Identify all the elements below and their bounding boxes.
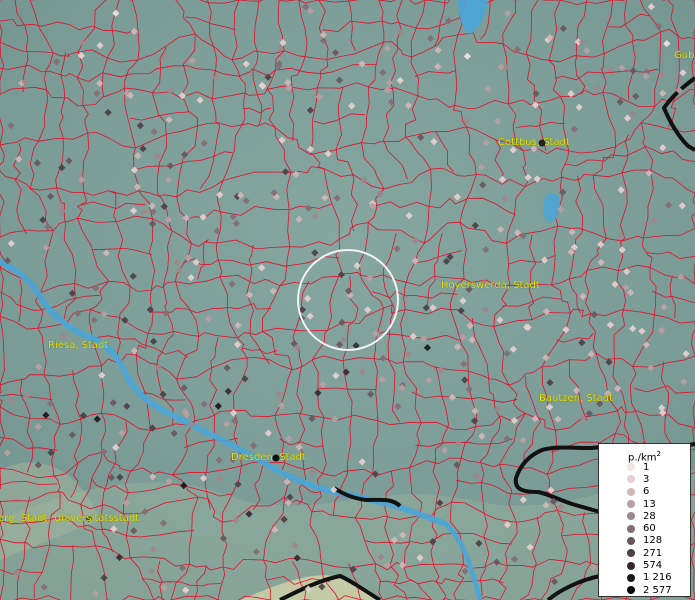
legend-label: 13 xyxy=(643,498,656,510)
legend-swatch xyxy=(627,573,635,582)
legend-item: 271 xyxy=(603,547,686,559)
city-label-cottbus: Cottbus, Stadt xyxy=(498,137,570,148)
legend-item: 13 xyxy=(603,498,686,510)
city-marker-cottbus xyxy=(538,139,546,147)
city-marker-dresden xyxy=(272,454,280,462)
legend-swatch xyxy=(627,561,635,570)
legend-label: 574 xyxy=(643,560,663,572)
legend-item: 28 xyxy=(603,510,686,522)
legend-label: 271 xyxy=(643,547,663,559)
legend-item: 1 xyxy=(603,461,686,473)
legend-rows: 1 3 6 13 28 60 128 271 574 1 216 2 577 xyxy=(603,461,686,596)
legend-swatch xyxy=(627,512,635,521)
city-label-bautzen: Bautzen, Stadt xyxy=(539,393,613,404)
legend-swatch xyxy=(627,536,635,545)
legend-label: 6 xyxy=(643,486,650,498)
legend-item: 128 xyxy=(603,535,686,547)
legend-swatch xyxy=(627,463,635,472)
legend-swatch xyxy=(627,586,635,595)
legend-item: 3 xyxy=(603,473,686,485)
legend-label: 2 577 xyxy=(643,584,672,596)
legend-swatch xyxy=(627,487,635,496)
legend-swatch xyxy=(627,475,635,484)
legend-label: 1 xyxy=(643,461,650,473)
legend-item: 60 xyxy=(603,522,686,534)
legend-item: 1 216 xyxy=(603,572,686,584)
legend-label: 3 xyxy=(643,473,650,485)
legend-label: 28 xyxy=(643,510,656,522)
city-label-dresden: Dresden, Stadt xyxy=(231,452,306,463)
density-map[interactable]: Cottbus, Stadt Hoyerswerda, Stadt Riesa,… xyxy=(0,0,695,600)
city-label-hoyerswerda: Hoyerswerda, Stadt xyxy=(441,280,540,291)
legend-swatch xyxy=(627,549,635,558)
legend-item: 2 577 xyxy=(603,584,686,596)
legend-swatch xyxy=(627,524,635,533)
city-label-guben: Gub xyxy=(674,50,694,61)
legend-item: 6 xyxy=(603,486,686,498)
legend-item: 574 xyxy=(603,559,686,571)
legend-label: 128 xyxy=(643,535,663,547)
city-label-freiberg: erg, Stadt, Universitätsstadt xyxy=(0,513,139,524)
legend-label: 1 216 xyxy=(643,572,672,584)
legend-title: p./km2 xyxy=(628,450,661,464)
legend-label: 60 xyxy=(643,523,656,535)
map-canvas[interactable]: Cottbus, Stadt Hoyerswerda, Stadt Riesa,… xyxy=(0,0,695,600)
city-label-riesa: Riesa, Stadt xyxy=(48,340,108,351)
density-legend: p./km2 1 3 6 13 28 60 128 271 574 1 216 2 577 xyxy=(598,443,691,597)
legend-swatch xyxy=(627,500,635,509)
